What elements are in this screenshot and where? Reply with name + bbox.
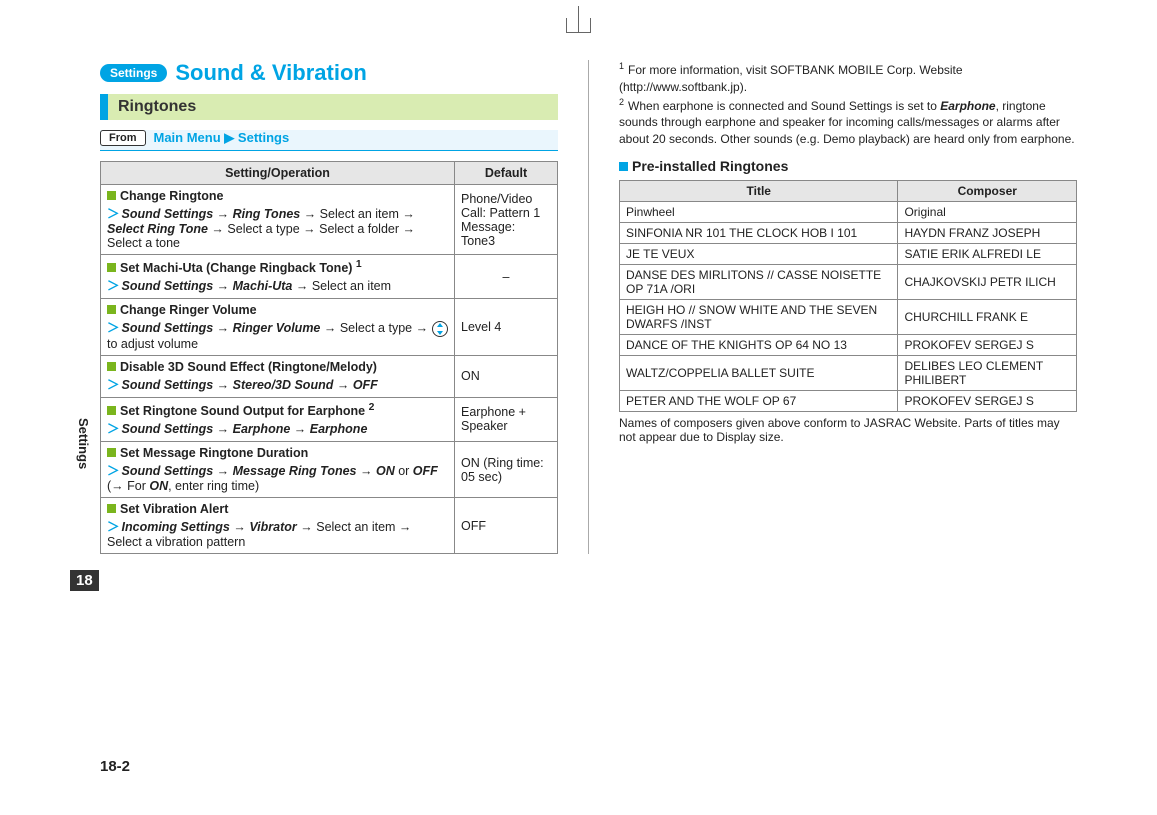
subheader-preinstalled: Pre-installed Ringtones: [619, 158, 1077, 174]
chevron-right-icon: ＞: [107, 321, 120, 335]
breadcrumb: From Main Menu ▶ Settings: [100, 130, 558, 151]
ringtone-composer: SATIE ERIK ALFREDI LE: [898, 243, 1077, 264]
col-header-composer: Composer: [898, 180, 1077, 201]
footnote: 1For more information, visit SOFTBANK MO…: [619, 60, 1077, 96]
footnote: 2When earphone is connected and Sound Se…: [619, 96, 1077, 148]
col-header-operation: Setting/Operation: [101, 162, 455, 185]
dial-icon: [432, 321, 448, 337]
chevron-right-icon: ▶: [224, 130, 234, 145]
page-header: Settings Sound & Vibration: [100, 60, 558, 86]
table-row: PETER AND THE WOLF OP 67PROKOFEV SERGEJ …: [620, 390, 1077, 411]
breadcrumb-item: Settings: [238, 130, 289, 145]
table-row: Change Ringer Volume＞Sound Settings → Ri…: [101, 299, 558, 356]
ringtone-title: Pinwheel: [620, 201, 898, 222]
column-divider: [588, 60, 589, 554]
ringtone-composer: PROKOFEV SERGEJ S: [898, 334, 1077, 355]
left-column: Settings Sound & Vibration Ringtones Fro…: [100, 60, 558, 554]
ringtone-title: WALTZ/COPPELIA BALLET SUITE: [620, 355, 898, 390]
ringtone-composer: CHAJKOVSKIJ PETR ILICH: [898, 264, 1077, 299]
table-row: Set Message Ringtone Duration＞Sound Sett…: [101, 442, 558, 498]
right-column: 1For more information, visit SOFTBANK MO…: [619, 60, 1077, 554]
setting-cell: Set Message Ringtone Duration＞Sound Sett…: [101, 442, 455, 498]
table-row: DANSE DES MIRLITONS // CASSE NOISETTE OP…: [620, 264, 1077, 299]
square-icon: [107, 362, 116, 371]
page-number: 18-2: [100, 758, 130, 775]
ringtone-composer: HAYDN FRANZ JOSEPH: [898, 222, 1077, 243]
setting-cell: Disable 3D Sound Effect (Ringtone/Melody…: [101, 355, 455, 397]
setting-cell: Change Ringtone＞Sound Settings → Ring To…: [101, 185, 455, 255]
chevron-right-icon: ＞: [107, 464, 120, 478]
chevron-right-icon: ＞: [107, 422, 120, 436]
col-header-default: Default: [455, 162, 558, 185]
setting-cell: Set Ringtone Sound Output for Earphone 2…: [101, 397, 455, 441]
default-cell: OFF: [455, 498, 558, 554]
ringtone-title: DANCE OF THE KNIGHTS OP 64 NO 13: [620, 334, 898, 355]
side-tab-label: Settings: [76, 418, 91, 469]
table-row: Disable 3D Sound Effect (Ringtone/Melody…: [101, 355, 558, 397]
setting-cell: Change Ringer Volume＞Sound Settings → Ri…: [101, 299, 455, 356]
default-cell: –: [455, 255, 558, 299]
breadcrumb-item: Main Menu: [154, 130, 221, 145]
table-row: WALTZ/COPPELIA BALLET SUITEDELIBES LEO C…: [620, 355, 1077, 390]
page-content: Settings Sound & Vibration Ringtones Fro…: [0, 0, 1157, 574]
default-cell: Earphone + Speaker: [455, 397, 558, 441]
ringtone-title: HEIGH HO // SNOW WHITE AND THE SEVEN DWA…: [620, 299, 898, 334]
square-icon: [107, 305, 116, 314]
ringtone-title: PETER AND THE WOLF OP 67: [620, 390, 898, 411]
square-icon: [107, 448, 116, 457]
default-cell: ON (Ring time: 05 sec): [455, 442, 558, 498]
table-row: Set Ringtone Sound Output for Earphone 2…: [101, 397, 558, 441]
chevron-right-icon: ＞: [107, 520, 120, 534]
footnotes: 1For more information, visit SOFTBANK MO…: [619, 60, 1077, 148]
setting-cell: Set Vibration Alert＞Incoming Settings → …: [101, 498, 455, 554]
ringtone-title: JE TE VEUX: [620, 243, 898, 264]
ringtone-composer: DELIBES LEO CLEMENT PHILIBERT: [898, 355, 1077, 390]
table-row: SINFONIA NR 101 THE CLOCK HOB I 101HAYDN…: [620, 222, 1077, 243]
square-icon: [619, 162, 628, 171]
ringtone-title: SINFONIA NR 101 THE CLOCK HOB I 101: [620, 222, 898, 243]
chevron-right-icon: ＞: [107, 378, 120, 392]
ringtone-composer: PROKOFEV SERGEJ S: [898, 390, 1077, 411]
square-icon: [107, 406, 116, 415]
page-title: Sound & Vibration: [175, 60, 366, 86]
ringtone-composer: CHURCHILL FRANK E: [898, 299, 1077, 334]
settings-table: Setting/Operation Default Change Rington…: [100, 161, 558, 554]
subheader-text: Pre-installed Ringtones: [632, 158, 788, 174]
chevron-right-icon: ＞: [107, 279, 120, 293]
from-badge: From: [100, 130, 146, 146]
square-icon: [107, 263, 116, 272]
square-icon: [107, 504, 116, 513]
table-row: Set Vibration Alert＞Incoming Settings → …: [101, 498, 558, 554]
setting-cell: Set Machi-Uta (Change Ringback Tone) 1＞S…: [101, 255, 455, 299]
side-tab-number: 18: [70, 570, 99, 591]
table-row: JE TE VEUXSATIE ERIK ALFREDI LE: [620, 243, 1077, 264]
ringtone-title: DANSE DES MIRLITONS // CASSE NOISETTE OP…: [620, 264, 898, 299]
square-icon: [107, 191, 116, 200]
section-header: Ringtones: [100, 94, 558, 120]
table-row: HEIGH HO // SNOW WHITE AND THE SEVEN DWA…: [620, 299, 1077, 334]
ringtone-composer: Original: [898, 201, 1077, 222]
table-row: Set Machi-Uta (Change Ringback Tone) 1＞S…: [101, 255, 558, 299]
table-row: PinwheelOriginal: [620, 201, 1077, 222]
col-header-title: Title: [620, 180, 898, 201]
ringtones-table: Title Composer PinwheelOriginalSINFONIA …: [619, 180, 1077, 412]
default-cell: Level 4: [455, 299, 558, 356]
from-path: Main Menu ▶ Settings: [154, 130, 290, 146]
ringtones-note: Names of composers given above conform t…: [619, 416, 1077, 444]
table-row: Change Ringtone＞Sound Settings → Ring To…: [101, 185, 558, 255]
default-cell: ON: [455, 355, 558, 397]
default-cell: Phone/Video Call: Pattern 1Message: Tone…: [455, 185, 558, 255]
chevron-right-icon: ＞: [107, 207, 120, 221]
table-row: DANCE OF THE KNIGHTS OP 64 NO 13PROKOFEV…: [620, 334, 1077, 355]
settings-badge: Settings: [100, 64, 167, 82]
